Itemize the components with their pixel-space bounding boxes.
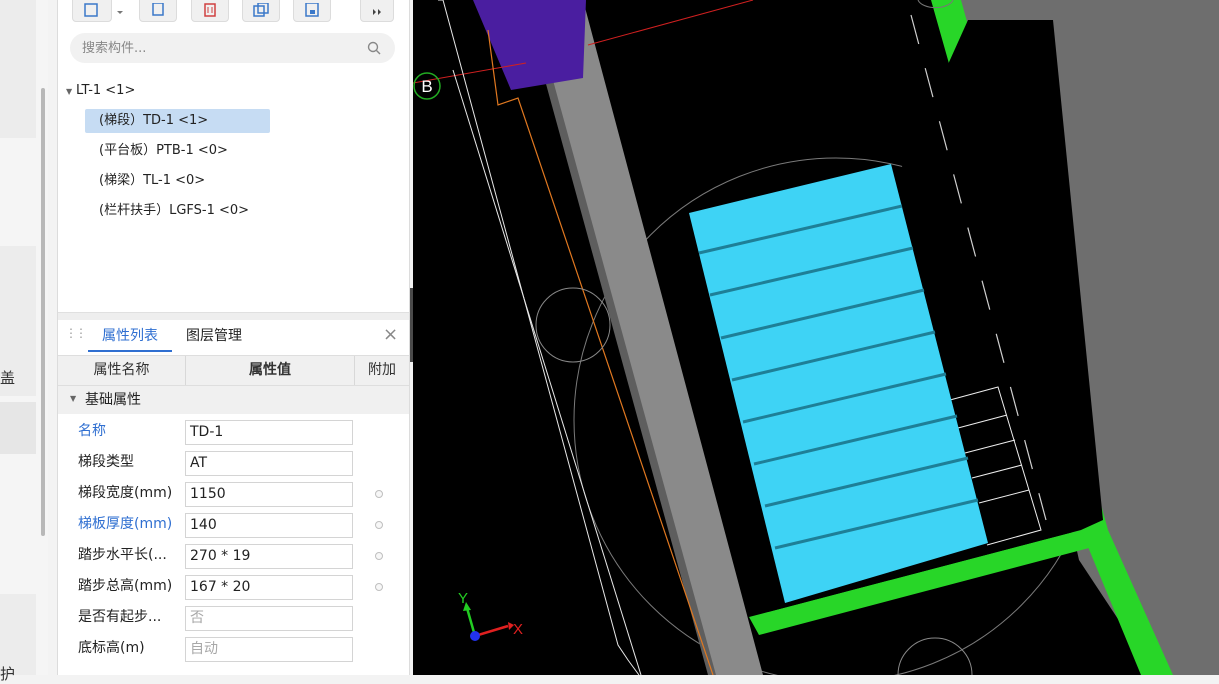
column-header-extra: 附加: [368, 362, 396, 378]
attach-checkbox[interactable]: [375, 552, 383, 560]
save-button[interactable]: [293, 0, 331, 22]
property-value-field[interactable]: 否: [185, 606, 353, 631]
property-value-field[interactable]: 自动: [185, 637, 353, 662]
model-viewport[interactable]: B X Y: [413, 0, 1219, 675]
property-row[interactable]: 梯段类型 AT: [58, 447, 409, 478]
copy-button[interactable]: [139, 0, 177, 22]
property-name: 名称: [78, 423, 106, 439]
tree-item[interactable]: (栏杆扶手）LGFS-1 <0>: [99, 199, 249, 223]
tab-layer-management[interactable]: 图层管理: [186, 320, 242, 352]
search-box: [70, 33, 395, 63]
origin-dot: [470, 631, 480, 641]
group-label: 基础属性: [85, 392, 141, 408]
property-value-field[interactable]: AT: [185, 451, 353, 476]
nav-label: 护: [0, 665, 16, 683]
search-icon[interactable]: [367, 41, 381, 55]
property-value-field[interactable]: 1150: [185, 482, 353, 507]
component-toolbar: [58, 0, 409, 24]
wall-shade: [523, 0, 716, 675]
more-button[interactable]: [360, 0, 394, 22]
property-tabs: ⋮⋮ 属性列表 图层管理 ×: [58, 320, 409, 352]
property-row[interactable]: 名称 TD-1: [58, 416, 409, 447]
tab-property-list[interactable]: 属性列表: [88, 320, 172, 352]
dropdown-arrow-icon: [117, 11, 123, 14]
property-value-field[interactable]: 270 * 19: [185, 544, 353, 569]
property-name: 踏步水平长(...: [78, 547, 167, 563]
grip-circle: [897, 637, 973, 675]
tab-label: 图层管理: [186, 328, 242, 344]
attach-checkbox[interactable]: [375, 490, 383, 498]
property-row[interactable]: 底标高(m) 自动: [58, 633, 409, 664]
property-name: 梯段类型: [78, 454, 134, 470]
attach-checkbox[interactable]: [375, 521, 383, 529]
property-name: 底标高(m): [78, 640, 145, 656]
duplicate-layer-button[interactable]: [242, 0, 280, 22]
grip-circle: [535, 287, 611, 363]
property-grid-header: 属性名称 属性值 附加: [58, 355, 409, 386]
component-panel: ▼LT-1 <1> (梯段）TD-1 <1> (平台板）PTB-1 <0> (梯…: [57, 0, 410, 675]
tree-item[interactable]: (梯段）TD-1 <1>: [85, 109, 270, 133]
property-name: 梯段宽度(mm): [78, 485, 173, 501]
property-name: 踏步总高(mm): [78, 578, 173, 594]
property-value-field[interactable]: TD-1: [185, 420, 353, 445]
tab-label: 属性列表: [102, 328, 158, 344]
new-component-icon: [84, 3, 98, 17]
dropdown-button[interactable]: [112, 0, 128, 22]
drag-handle-icon[interactable]: ⋮⋮: [65, 326, 87, 340]
x-axis-line: [474, 624, 509, 638]
property-value-field[interactable]: 140: [185, 513, 353, 538]
y-axis-label: Y: [458, 590, 468, 607]
viewport-canvas[interactable]: B X Y: [413, 0, 1219, 675]
tree-root[interactable]: ▼ LT-1 <1>: [66, 79, 135, 103]
property-name: 梯板厚度(mm): [78, 516, 173, 532]
x-axis-label: X: [513, 621, 523, 638]
axis-marker-label: B: [421, 77, 432, 96]
tree-item-label: (梯梁）TL-1 <0>: [99, 173, 206, 188]
left-navigation-strip: 盖 护: [0, 0, 48, 683]
tree-item-label: (栏杆扶手）LGFS-1 <0>: [99, 203, 250, 218]
property-row[interactable]: 梯板厚度(mm) 140: [58, 509, 409, 540]
attach-checkbox[interactable]: [375, 583, 383, 591]
delete-icon: [204, 3, 216, 17]
axis-line: [587, 0, 754, 46]
copy-icon: [152, 3, 164, 16]
delete-button[interactable]: [191, 0, 229, 22]
tree-item-label: (平台板）PTB-1 <0>: [99, 143, 228, 158]
property-row[interactable]: 是否有起步... 否: [58, 602, 409, 633]
tree-item[interactable]: (梯梁）TL-1 <0>: [99, 169, 205, 193]
duplicate-layer-icon: [253, 3, 269, 17]
expand-caret-icon[interactable]: ▼: [66, 80, 76, 104]
nav-block-active[interactable]: [0, 402, 36, 454]
search-input[interactable]: [82, 33, 352, 63]
close-icon[interactable]: ×: [383, 324, 398, 345]
column-header-name: 属性名称: [93, 362, 150, 378]
nav-label: 盖: [0, 369, 16, 387]
save-icon: [305, 3, 319, 17]
scrollbar[interactable]: [41, 88, 45, 536]
property-row[interactable]: 踏步总高(mm) 167 * 20: [58, 571, 409, 602]
nav-block[interactable]: [0, 0, 36, 138]
tree-root-label: LT-1 <1>: [76, 83, 136, 98]
property-name: 是否有起步...: [78, 609, 162, 625]
column-header-value: 属性值: [249, 362, 291, 378]
property-row[interactable]: 踏步水平长(... 270 * 19: [58, 540, 409, 571]
collapse-caret-icon[interactable]: ▼: [70, 394, 76, 403]
tree-item-label: (梯段）TD-1 <1>: [99, 113, 209, 128]
tree-item[interactable]: (平台板）PTB-1 <0>: [99, 139, 228, 163]
property-group[interactable]: ▼ 基础属性: [58, 386, 409, 414]
new-component-button[interactable]: [72, 0, 112, 22]
more-icon: [373, 9, 381, 15]
property-row[interactable]: 梯段宽度(mm) 1150: [58, 478, 409, 509]
property-value-field[interactable]: 167 * 20: [185, 575, 353, 600]
